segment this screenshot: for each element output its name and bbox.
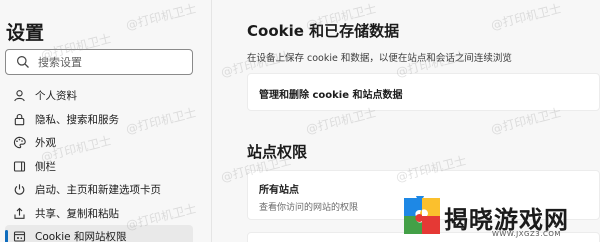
cookie-icon — [13, 230, 26, 242]
settings-nav: 个人资料 隐私、搜索和服务 外观 侧栏 启动、主页和新建选项卡页 共享、复制和粘… — [5, 84, 193, 242]
share-icon — [13, 207, 26, 220]
sidebar-item-label: 共享、复制和粘贴 — [35, 207, 119, 220]
logo-url: WWW.JXGZ3.COM — [492, 230, 561, 238]
sidebar-item-cookies[interactable]: Cookie 和网站权限 — [5, 225, 193, 242]
sidebar-item-label: 外观 — [35, 137, 56, 150]
search-icon — [17, 56, 29, 68]
sidebar-item-label: 个人资料 — [35, 90, 77, 103]
power-icon — [13, 183, 26, 196]
sidebar-item-label: Cookie 和网站权限 — [35, 231, 127, 242]
palette-icon — [13, 136, 26, 149]
sidebar-item-label: 启动、主页和新建选项卡页 — [35, 184, 161, 197]
manage-cookies-label: 管理和删除 cookie 和站点数据 — [259, 90, 403, 101]
sidebar-item-privacy[interactable]: 隐私、搜索和服务 — [5, 108, 193, 132]
sidebar-item-sidebar[interactable]: 侧栏 — [5, 155, 193, 179]
sidebar-title: 设置 — [6, 22, 45, 44]
permissions-section-title: 站点权限 — [247, 143, 308, 161]
manage-cookies-card[interactable]: 管理和删除 cookie 和站点数据 — [247, 73, 600, 111]
sidebar-icon — [13, 160, 26, 173]
sidebar-item-appearance[interactable]: 外观 — [5, 131, 193, 155]
settings-sidebar: 设置 个人资料 隐私、搜索和服务 外观 — [0, 0, 212, 242]
cookie-section-title: Cookie 和已存储数据 — [247, 22, 400, 40]
lock-icon — [13, 113, 26, 126]
sidebar-item-label: 侧栏 — [35, 160, 56, 173]
all-sites-label: 所有站点 — [259, 185, 299, 196]
sidebar-item-share[interactable]: 共享、复制和粘贴 — [5, 202, 193, 226]
sidebar-item-label: 隐私、搜索和服务 — [35, 113, 119, 126]
profile-icon — [13, 89, 26, 102]
site-logo: 揭晓游戏网 WWW.JXGZ3.COM — [400, 191, 600, 242]
sidebar-item-profile[interactable]: 个人资料 — [5, 84, 193, 108]
cookie-section-desc: 在设备上保存 cookie 和数据，以便在站点和会话之间连续浏览 — [247, 53, 512, 64]
search-settings-input[interactable] — [38, 55, 188, 69]
sidebar-item-startup[interactable]: 启动、主页和新建选项卡页 — [5, 178, 193, 202]
all-sites-desc: 查看你访问的网站的权限 — [259, 203, 359, 213]
search-settings-box[interactable] — [5, 49, 193, 75]
puzzle-logo-icon — [404, 196, 440, 234]
